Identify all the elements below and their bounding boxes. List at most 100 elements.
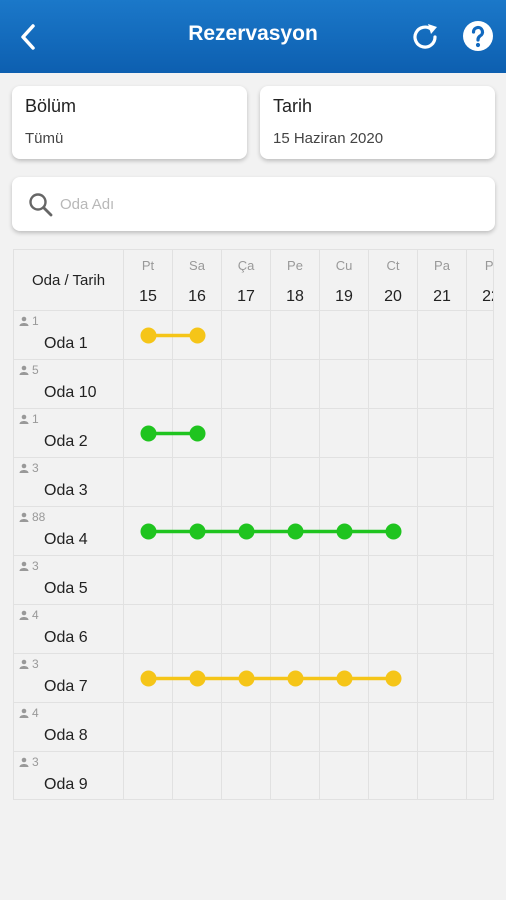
- day-cell[interactable]: [418, 654, 467, 703]
- day-cell[interactable]: [418, 409, 467, 458]
- day-cell[interactable]: [467, 360, 493, 409]
- day-cell[interactable]: [369, 360, 418, 409]
- day-cell[interactable]: [320, 654, 369, 703]
- day-cell[interactable]: [320, 458, 369, 507]
- day-cell[interactable]: [418, 703, 467, 752]
- day-cell[interactable]: [124, 752, 173, 799]
- day-cell[interactable]: [124, 360, 173, 409]
- day-cell[interactable]: [320, 556, 369, 605]
- day-cell[interactable]: [369, 507, 418, 556]
- day-cell[interactable]: [173, 507, 222, 556]
- day-cell[interactable]: [418, 507, 467, 556]
- day-cell[interactable]: [222, 458, 271, 507]
- day-cell[interactable]: [467, 458, 493, 507]
- day-cell[interactable]: [222, 311, 271, 360]
- day-cell[interactable]: [369, 752, 418, 799]
- day-cell[interactable]: [222, 703, 271, 752]
- room-capacity-value: 3: [32, 755, 39, 769]
- day-cell[interactable]: [369, 409, 418, 458]
- day-number: 17: [237, 288, 255, 305]
- day-cell[interactable]: [467, 752, 493, 799]
- room-row-header[interactable]: 88 Oda 4: [14, 507, 124, 556]
- day-cell[interactable]: [369, 605, 418, 654]
- day-cell[interactable]: [124, 703, 173, 752]
- day-cell[interactable]: [418, 311, 467, 360]
- day-cell[interactable]: [124, 409, 173, 458]
- day-cell[interactable]: [222, 409, 271, 458]
- room-row-header[interactable]: 1 Oda 1: [14, 311, 124, 360]
- day-cell[interactable]: [320, 360, 369, 409]
- day-cell[interactable]: [467, 409, 493, 458]
- day-cell[interactable]: [418, 556, 467, 605]
- day-cell[interactable]: [173, 654, 222, 703]
- day-cell[interactable]: [124, 507, 173, 556]
- day-cell[interactable]: [124, 605, 173, 654]
- day-cell[interactable]: [418, 458, 467, 507]
- room-row-header[interactable]: 3 Oda 7: [14, 654, 124, 703]
- day-name: Ça: [237, 258, 255, 273]
- day-cell[interactable]: [320, 703, 369, 752]
- help-icon[interactable]: [461, 19, 495, 53]
- day-cell[interactable]: [369, 311, 418, 360]
- day-cell[interactable]: [418, 605, 467, 654]
- day-cell[interactable]: [173, 703, 222, 752]
- day-cell[interactable]: [173, 752, 222, 799]
- day-cell[interactable]: [271, 458, 320, 507]
- day-cell[interactable]: [418, 360, 467, 409]
- day-cell[interactable]: [271, 605, 320, 654]
- day-cell[interactable]: [320, 409, 369, 458]
- day-cell[interactable]: [467, 654, 493, 703]
- day-cell[interactable]: [271, 409, 320, 458]
- day-cell[interactable]: [271, 311, 320, 360]
- day-cell[interactable]: [173, 458, 222, 507]
- day-cell[interactable]: [271, 703, 320, 752]
- day-cell[interactable]: [124, 311, 173, 360]
- day-cell[interactable]: [173, 360, 222, 409]
- day-cell[interactable]: [320, 605, 369, 654]
- day-cell[interactable]: [467, 605, 493, 654]
- day-cell[interactable]: [124, 458, 173, 507]
- day-cell[interactable]: [222, 654, 271, 703]
- day-header: Pe 18: [271, 250, 320, 311]
- day-cell[interactable]: [222, 360, 271, 409]
- day-cell[interactable]: [369, 654, 418, 703]
- room-row-header[interactable]: 4 Oda 8: [14, 703, 124, 752]
- room-row-header[interactable]: 3 Oda 9: [14, 752, 124, 799]
- day-cell[interactable]: [320, 507, 369, 556]
- day-cell[interactable]: [418, 752, 467, 799]
- room-row-header[interactable]: 3 Oda 5: [14, 556, 124, 605]
- room-row-header[interactable]: 5 Oda 10: [14, 360, 124, 409]
- day-cell[interactable]: [271, 556, 320, 605]
- day-cell[interactable]: [467, 556, 493, 605]
- day-cell[interactable]: [222, 507, 271, 556]
- day-cell[interactable]: [222, 556, 271, 605]
- day-cell[interactable]: [369, 458, 418, 507]
- day-cell[interactable]: [467, 703, 493, 752]
- room-row-header[interactable]: 1 Oda 2: [14, 409, 124, 458]
- day-cell[interactable]: [467, 311, 493, 360]
- refresh-icon[interactable]: [408, 20, 442, 54]
- day-cell[interactable]: [173, 556, 222, 605]
- day-cell[interactable]: [369, 556, 418, 605]
- day-cell[interactable]: [173, 605, 222, 654]
- room-row-header[interactable]: 3 Oda 3: [14, 458, 124, 507]
- date-filter-card[interactable]: Tarih 15 Haziran 2020: [260, 86, 495, 159]
- day-cell[interactable]: [369, 703, 418, 752]
- day-cell[interactable]: [467, 507, 493, 556]
- day-cell[interactable]: [271, 507, 320, 556]
- day-cell[interactable]: [124, 654, 173, 703]
- day-cell[interactable]: [124, 556, 173, 605]
- day-cell[interactable]: [173, 409, 222, 458]
- day-cell[interactable]: [222, 752, 271, 799]
- day-cell[interactable]: [271, 752, 320, 799]
- room-row-header[interactable]: 4 Oda 6: [14, 605, 124, 654]
- room-search-input[interactable]: [60, 190, 480, 218]
- day-cell[interactable]: [271, 360, 320, 409]
- day-cell[interactable]: [173, 311, 222, 360]
- day-number: 22: [482, 288, 493, 305]
- day-cell[interactable]: [320, 311, 369, 360]
- day-cell[interactable]: [271, 654, 320, 703]
- section-filter-card[interactable]: Bölüm Tümü: [12, 86, 247, 159]
- day-cell[interactable]: [320, 752, 369, 799]
- day-cell[interactable]: [222, 605, 271, 654]
